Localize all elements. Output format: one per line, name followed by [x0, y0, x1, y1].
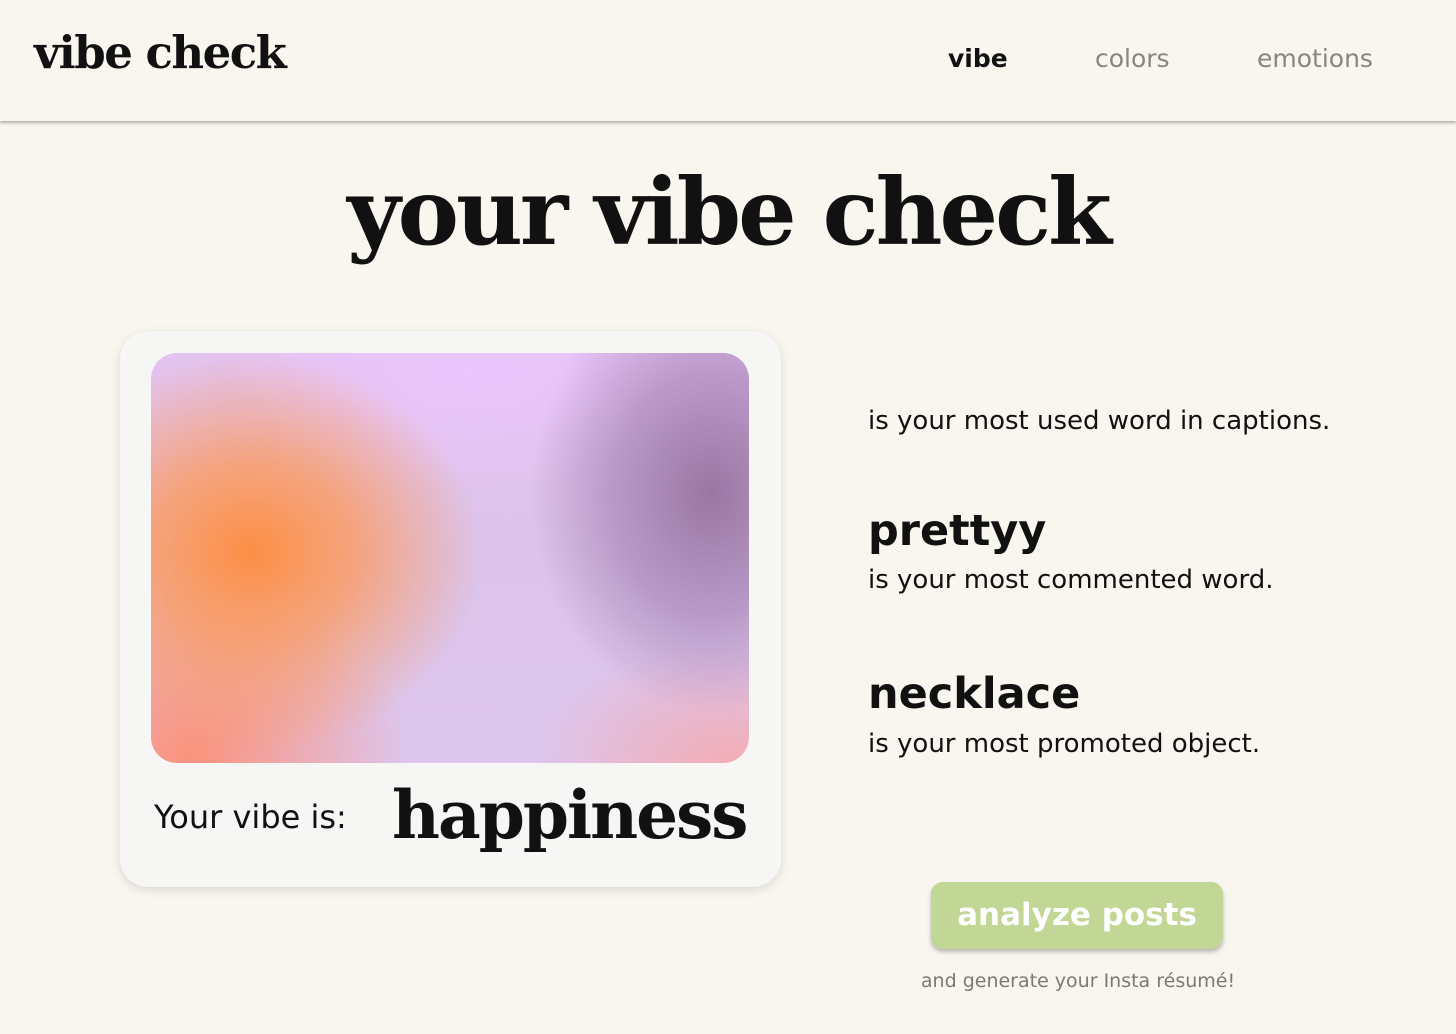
vibe-result: happiness [392, 776, 748, 854]
most-promoted-object: necklace [868, 669, 1081, 719]
top-nav-bar: vibe check vibe colors emotions [0, 0, 1456, 121]
page-title: your vibe check [347, 158, 1112, 266]
vibe-card: Your vibe is: happiness [120, 331, 781, 887]
nav-tab-vibe[interactable]: vibe [948, 46, 1008, 71]
vibe-label: Your vibe is: [154, 798, 347, 836]
most-commented-word-description: is your most commented word. [868, 565, 1274, 595]
analyze-posts-subtext: and generate your Insta résumé! [920, 970, 1236, 992]
vibe-gradient-image [151, 353, 749, 763]
analyze-posts-button[interactable]: analyze posts [931, 882, 1223, 949]
nav-tab-colors[interactable]: colors [1095, 46, 1170, 71]
most-promoted-object-description: is your most promoted object. [868, 729, 1261, 759]
app-logo[interactable]: vibe check [34, 30, 287, 75]
nav-tab-emotions[interactable]: emotions [1257, 46, 1373, 71]
most-commented-word: prettyy [868, 506, 1047, 556]
most-used-caption-word-description: is your most used word in captions. [868, 406, 1331, 436]
